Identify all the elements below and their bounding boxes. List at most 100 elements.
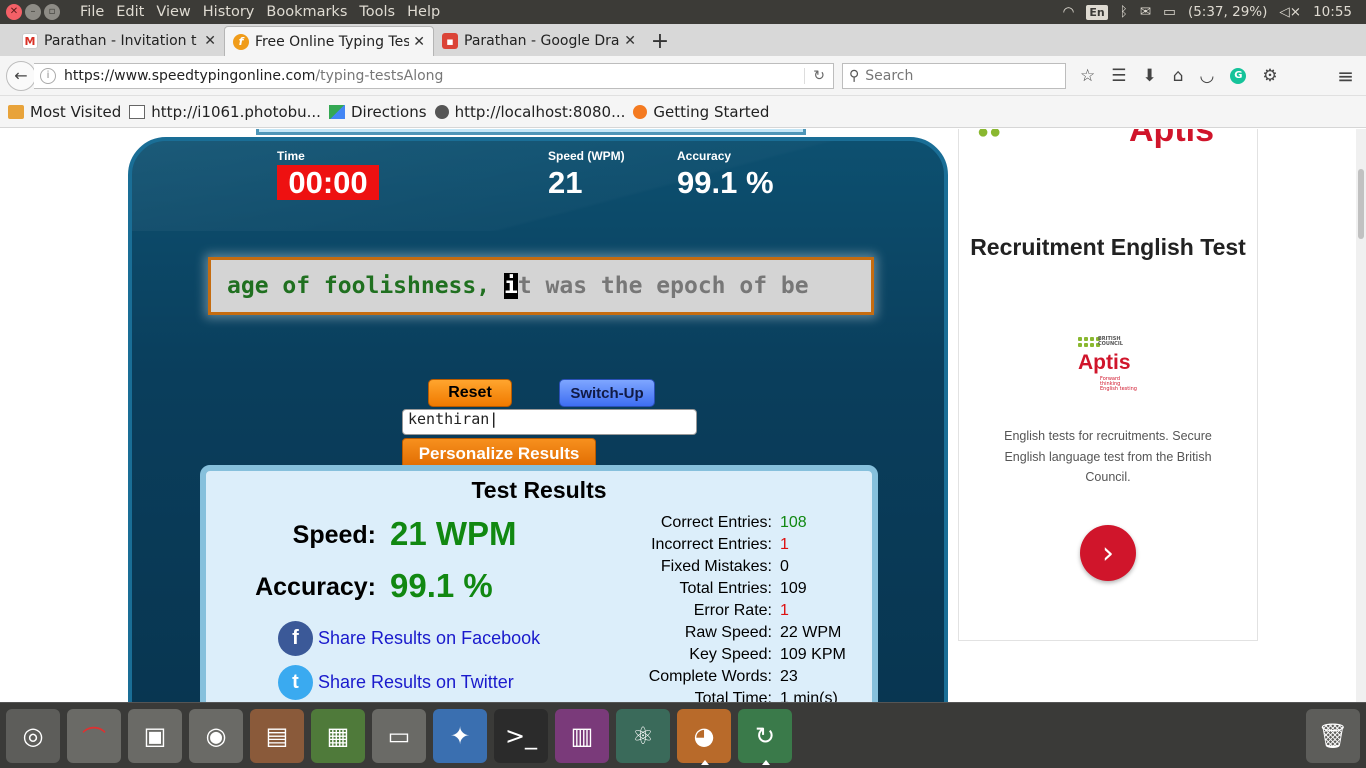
typing-text-display[interactable]: age of foolishness, it was the epoch of … [208,257,874,315]
scrollbar-thumb[interactable] [1358,169,1364,239]
stat-name: Total Entries: [679,580,772,597]
bookmark-star-icon[interactable]: ☆ [1080,66,1095,86]
system-indicators: ◠ En ᛒ ✉ ▭ (5:37, 29%) ◁× 10:55 [1063,4,1366,20]
cursor-character: i [503,273,518,299]
bluetooth-icon[interactable]: ᛒ [1120,4,1128,20]
wifi-icon[interactable]: ◠ [1063,4,1075,20]
menu-icon[interactable]: ≡ [1337,64,1354,88]
compass-icon[interactable]: ✦ [433,709,487,763]
menu-help[interactable]: Help [401,4,446,20]
files-icon[interactable]: ▭ [372,709,426,763]
window-minimize-icon[interactable]: – [25,4,41,20]
bookmark-photobucket[interactable]: http://i1061.photobu... [129,103,321,121]
name-input[interactable]: kenthiran| [402,409,697,435]
result-accuracy-value: 99.1 % [390,567,493,604]
bookmark-label: http://localhost:8080... [454,102,626,121]
bookmark-label: Most Visited [30,102,122,121]
home-icon[interactable]: ⌂ [1173,66,1184,86]
share-facebook-link[interactable]: f Share Results on Facebook [278,621,540,656]
page-scrollbar[interactable] [1356,129,1366,702]
timer-display: 00:00 [277,165,379,200]
software-updater-icon[interactable]: ↻ [738,709,792,765]
ad-title[interactable]: Recruitment English Test [959,229,1257,265]
menu-view[interactable]: View [150,4,196,20]
downloads-icon[interactable]: ⬇ [1143,66,1157,86]
window-close-icon[interactable]: ✕ [6,4,22,20]
speedtyping-icon: f [233,33,249,50]
results-title: Test Results [471,477,607,503]
window-maximize-icon[interactable]: ▫ [44,4,60,20]
extension-icon[interactable]: ⚙ [1262,66,1277,86]
tab-close-icon[interactable]: ✕ [204,33,216,49]
clock[interactable]: 10:55 [1313,4,1352,20]
volume-icon[interactable]: ◁× [1279,4,1301,20]
browser-tab-strip: M Parathan - Invitation t ✕ f Free Onlin… [0,24,1366,56]
grammarly-icon[interactable]: G [1230,67,1247,84]
site-info-icon[interactable]: i [40,67,56,84]
bookmark-getting-started[interactable]: Getting Started [633,103,769,121]
url-bar[interactable]: i https://www.speedtypingonline.com/typi… [34,62,834,89]
gmail-icon: M [22,33,38,49]
url-domain: https://www.speedtypingonline.com [64,67,316,84]
battery-status[interactable]: (5:37, 29%) [1188,4,1267,20]
bookmark-directions[interactable]: Directions [328,102,427,121]
terminal-icon[interactable]: >_ [494,709,548,763]
accuracy-label: Accuracy [677,149,732,163]
bookmark-label: Directions [350,102,427,121]
menu-history[interactable]: History [197,4,261,20]
bookmark-most-visited[interactable]: Most Visited [8,103,121,121]
screenshot-icon[interactable]: ◉ [189,709,243,763]
keyboard-layout-indicator[interactable]: En [1086,4,1108,20]
tab-speedtyping[interactable]: f Free Online Typing Tes ✕ [224,26,434,56]
calc-icon[interactable]: ▦ [311,709,365,763]
tab-gmail[interactable]: M Parathan - Invitation t ✕ [14,26,224,56]
bookmark-localhost[interactable]: http://localhost:8080... [434,102,626,121]
bookmark-label: Getting Started [653,102,770,121]
stat-name: Fixed Mistakes: [660,558,772,575]
facebook-icon: f [278,621,313,656]
ad-description: English tests for recruitments. Secure E… [1004,429,1212,484]
tab-close-icon[interactable]: ✕ [624,33,636,49]
tab-title: Free Online Typing Tes [255,33,410,50]
reload-icon[interactable]: ↻ [804,67,833,84]
pocket-icon[interactable]: ◡ [1200,66,1215,86]
menu-tools[interactable]: Tools [353,4,401,20]
document-viewer-icon[interactable]: ⌒ [67,709,121,763]
menu-file[interactable]: File [74,4,110,20]
chevron-right-icon[interactable]: › [1080,525,1136,581]
image-viewer-icon[interactable]: ▣ [128,709,182,763]
mail-icon[interactable]: ✉ [1140,4,1151,20]
stat-name: Complete Words: [648,668,772,685]
workspace-switcher-icon[interactable]: ▥ [555,709,609,763]
tab-google-drawings[interactable]: ▪ Parathan - Google Dra ✕ [434,26,644,56]
atom-icon[interactable]: ⚛ [616,709,670,763]
stat-value: 109 [780,580,807,597]
advertisement-panel[interactable]: ●● Aptis Recruitment English Test BRITIS… [958,129,1258,641]
menu-bookmarks[interactable]: Bookmarks [260,4,353,20]
battery-icon[interactable]: ▭ [1163,4,1176,20]
firefox-icon[interactable]: ◕ [677,709,731,765]
tab-title: Parathan - Invitation t [44,33,197,49]
share-twitter-link[interactable]: t Share Results on Twitter [278,665,514,700]
reading-list-icon[interactable]: ☰ [1111,66,1126,86]
stat-name: Raw Speed: [684,624,772,641]
stat-name: Incorrect Entries: [651,536,772,553]
ubuntu-dash-icon[interactable]: ◎ [6,709,60,763]
search-input[interactable]: ⚲ Search [842,62,1066,89]
ad-logo-banner: ●● Aptis [969,129,1249,159]
page-content: Time 00:00 Speed (WPM) 21 Accuracy 99.1 … [0,129,1366,702]
switch-up-button[interactable]: Switch-Up [559,379,655,407]
stat-row: Raw Speed: 22 WPM [586,622,886,644]
impress-icon[interactable]: ▤ [250,709,304,763]
menu-edit[interactable]: Edit [110,4,150,20]
reset-button[interactable]: Reset [428,379,512,407]
stat-row: Total Entries: 109 [586,578,886,600]
trash-icon[interactable]: 🗑 [1306,709,1360,763]
bookmark-label: http://i1061.photobu... [151,102,321,121]
tab-title: Parathan - Google Dra [464,33,620,49]
test-results-box: Test Results Speed: 21 WPM Accuracy: 99.… [200,465,878,702]
new-tab-button[interactable]: + [644,26,676,56]
tab-close-icon[interactable]: ✕ [413,34,425,50]
system-top-panel: ✕ – ▫ File Edit View History Bookmarks T… [0,0,1366,24]
back-button[interactable]: ← [6,60,36,91]
